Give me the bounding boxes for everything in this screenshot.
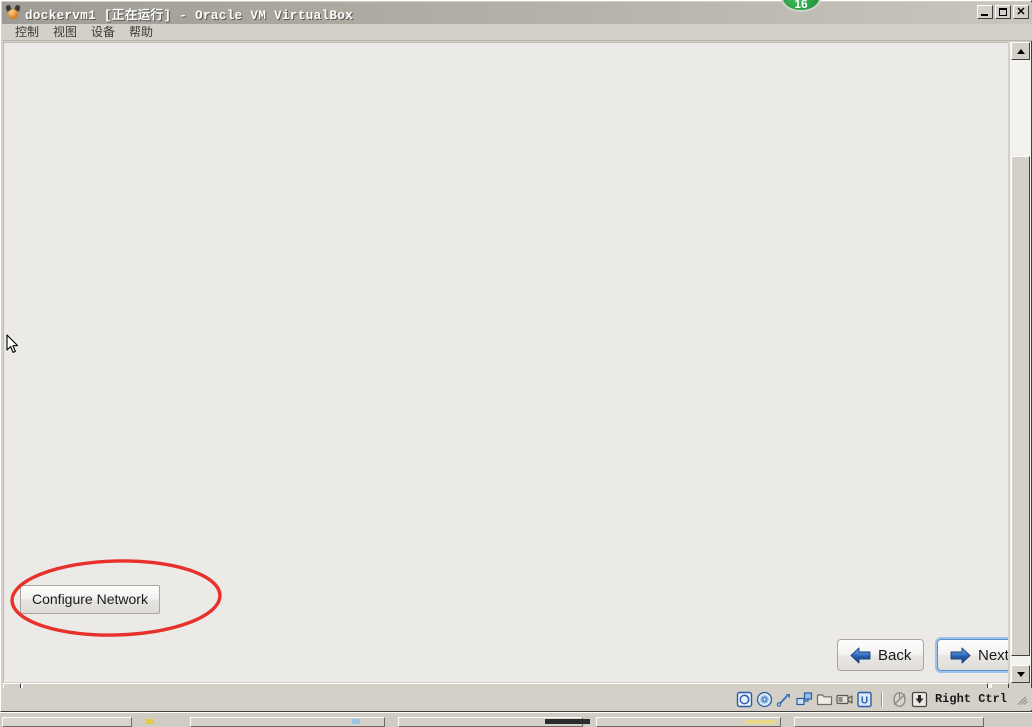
window-controls: ✕ xyxy=(977,5,1029,19)
svg-text:U: U xyxy=(861,695,868,706)
minimize-button[interactable] xyxy=(977,5,993,19)
virtualbox-vm-window: dockervm1 [正在运行] - Oracle VM VirtualBox … xyxy=(0,0,1032,712)
statusbar-separator xyxy=(880,691,883,707)
display-capture-icon[interactable] xyxy=(836,691,853,708)
mouse-pointer-icon xyxy=(6,334,19,353)
taskbar-icon-1[interactable] xyxy=(146,719,154,724)
host-key-icon[interactable] xyxy=(911,691,928,708)
scroll-down-button[interactable] xyxy=(1011,665,1030,683)
taskbar-icon-2[interactable] xyxy=(352,719,360,724)
chevron-up-icon xyxy=(1016,48,1025,54)
hard-disk-icon[interactable] xyxy=(736,691,753,708)
mouse-integration-icon[interactable] xyxy=(891,691,908,708)
window-title: dockervm1 [正在运行] - Oracle VM VirtualBox xyxy=(25,8,354,23)
maximize-button[interactable] xyxy=(995,5,1011,19)
usb-icon[interactable] xyxy=(776,691,793,708)
chevron-down-icon xyxy=(1016,671,1025,677)
menu-help[interactable]: 帮助 xyxy=(122,24,160,40)
next-button[interactable]: Next xyxy=(937,639,1008,671)
host-taskbar[interactable] xyxy=(0,712,1032,727)
vm-status-icons: U Right Ctrl xyxy=(736,691,1030,708)
menu-control[interactable]: 控制 xyxy=(8,24,46,40)
menu-devices[interactable]: 设备 xyxy=(84,24,122,40)
shared-folder-icon[interactable] xyxy=(816,691,833,708)
resize-grip[interactable] xyxy=(1016,692,1030,706)
host-key-label: Right Ctrl xyxy=(934,692,1007,706)
screen-root: dockervm1 [正在运行] - Oracle VM VirtualBox … xyxy=(0,0,1032,727)
taskbar-icon-4[interactable] xyxy=(745,720,775,724)
virtualbox-icon xyxy=(5,4,21,21)
vm-statusbar: U Right Ctrl xyxy=(2,688,1032,710)
window-titlebar[interactable]: dockervm1 [正在运行] - Oracle VM VirtualBox … xyxy=(2,2,1032,24)
usb-device-icon[interactable]: U xyxy=(856,691,873,708)
close-button[interactable]: ✕ xyxy=(1013,5,1029,19)
guest-screen[interactable]: Configure Network Back Next xyxy=(3,42,1008,682)
taskbar-icon-3[interactable] xyxy=(545,719,590,724)
vertical-scrollbar[interactable] xyxy=(1010,42,1031,683)
scroll-up-button[interactable] xyxy=(1011,42,1030,60)
arrow-right-icon xyxy=(950,647,971,663)
configure-network-button[interactable]: Configure Network xyxy=(20,585,160,614)
back-button[interactable]: Back xyxy=(837,639,925,671)
optical-disk-icon[interactable] xyxy=(756,691,773,708)
taskbar-window-4[interactable] xyxy=(794,717,984,727)
arrow-left-icon xyxy=(850,647,871,663)
next-button-label: Next xyxy=(978,646,1008,664)
vertical-scroll-thumb[interactable] xyxy=(1011,156,1030,656)
network-icon[interactable] xyxy=(796,691,813,708)
back-button-label: Back xyxy=(878,646,912,664)
menubar: 控制 视图 设备 帮助 xyxy=(2,24,1032,41)
menu-view[interactable]: 视图 xyxy=(46,24,84,40)
close-icon: ✕ xyxy=(1016,6,1026,18)
taskbar-start-button[interactable] xyxy=(2,717,132,727)
